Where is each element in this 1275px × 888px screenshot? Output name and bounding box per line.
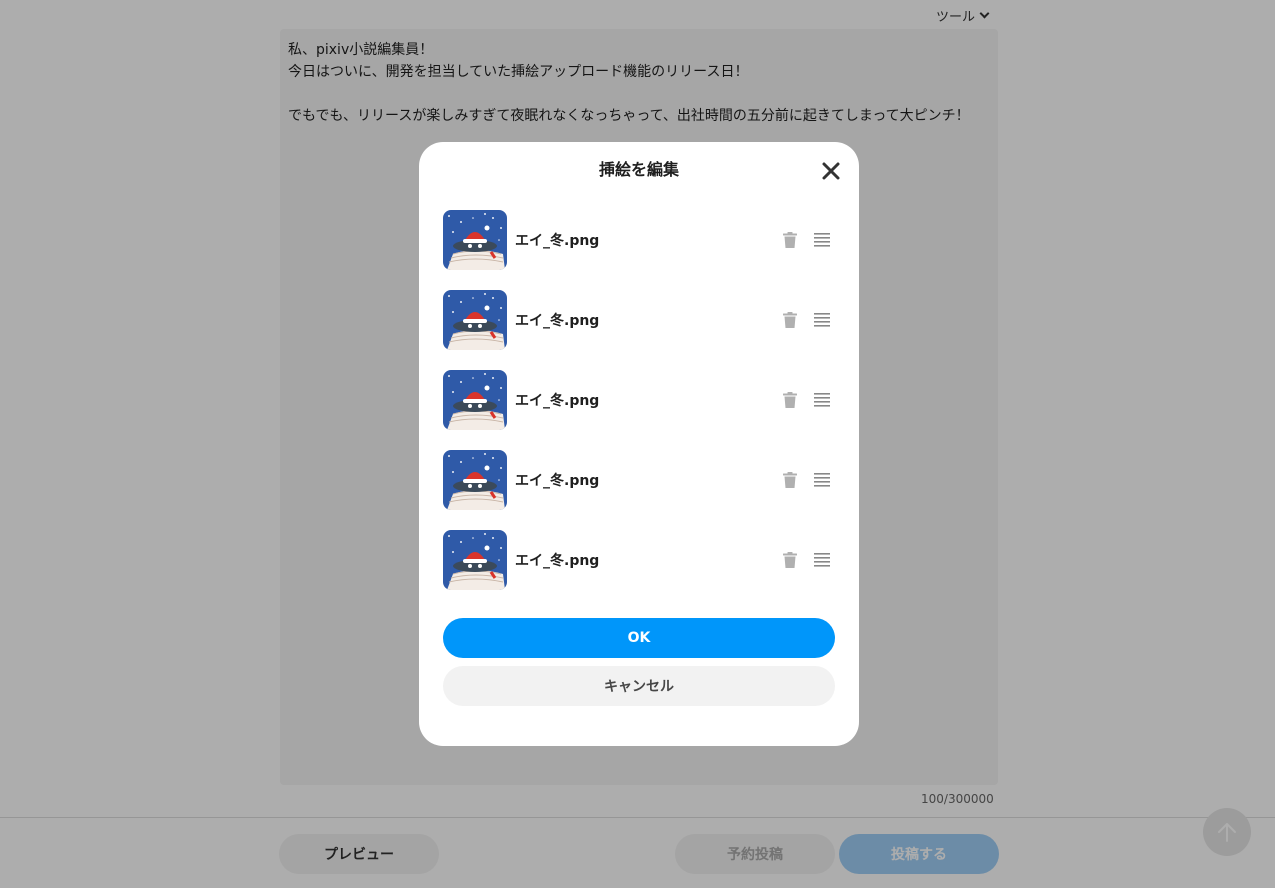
- drag-handle[interactable]: [811, 309, 833, 331]
- delete-illustration-button[interactable]: [779, 389, 801, 411]
- delete-illustration-button[interactable]: [779, 549, 801, 571]
- edit-illustrations-dialog: 挿絵を編集 エイ_冬.png エイ_冬.png エイ_冬.png エイ_冬.pn…: [419, 142, 859, 746]
- trash-icon: [783, 312, 797, 328]
- illustration-filename: エイ_冬.png: [515, 313, 600, 329]
- drag-handle[interactable]: [811, 389, 833, 411]
- illustration-thumbnail: [443, 450, 507, 510]
- illustration-thumbnail: [443, 370, 507, 430]
- drag-handle-icon: [814, 393, 830, 407]
- illustration-thumbnail: [443, 290, 507, 350]
- illustration-item: エイ_冬.png: [443, 450, 835, 510]
- illustration-filename: エイ_冬.png: [515, 553, 600, 569]
- illustration-item: エイ_冬.png: [443, 210, 835, 270]
- trash-icon: [783, 472, 797, 488]
- drag-handle-icon: [814, 473, 830, 487]
- delete-illustration-button[interactable]: [779, 229, 801, 251]
- illustration-filename: エイ_冬.png: [515, 233, 600, 249]
- drag-handle[interactable]: [811, 229, 833, 251]
- drag-handle-icon: [814, 553, 830, 567]
- illustration-filename: エイ_冬.png: [515, 393, 600, 409]
- ok-button[interactable]: OK: [443, 618, 835, 658]
- drag-handle-icon: [814, 313, 830, 327]
- drag-handle-icon: [814, 233, 830, 247]
- drag-handle[interactable]: [811, 469, 833, 491]
- trash-icon: [783, 232, 797, 248]
- illustration-list: エイ_冬.png エイ_冬.png エイ_冬.png エイ_冬.png エイ_冬…: [443, 210, 835, 610]
- drag-handle[interactable]: [811, 549, 833, 571]
- close-icon: [822, 162, 840, 180]
- trash-icon: [783, 392, 797, 408]
- illustration-thumbnail: [443, 530, 507, 590]
- illustration-item: エイ_冬.png: [443, 290, 835, 350]
- close-button[interactable]: [820, 160, 842, 182]
- delete-illustration-button[interactable]: [779, 309, 801, 331]
- delete-illustration-button[interactable]: [779, 469, 801, 491]
- illustration-thumbnail: [443, 210, 507, 270]
- illustration-item: エイ_冬.png: [443, 370, 835, 430]
- dialog-title: 挿絵を編集: [598, 160, 679, 179]
- illustration-item: エイ_冬.png: [443, 530, 835, 590]
- trash-icon: [783, 552, 797, 568]
- cancel-button[interactable]: キャンセル: [443, 666, 835, 706]
- illustration-filename: エイ_冬.png: [515, 473, 600, 489]
